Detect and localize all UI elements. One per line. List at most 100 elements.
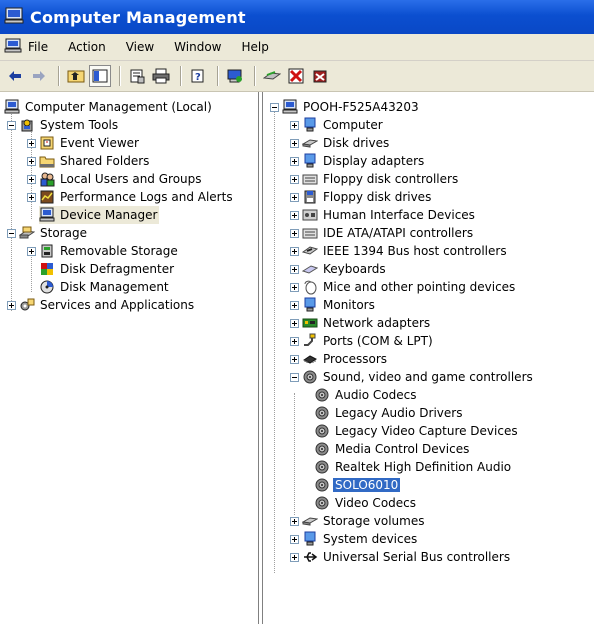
ieee-icon [301,243,319,259]
expand-button[interactable] [27,156,36,166]
tree-connector [274,111,275,573]
tree-node-computer[interactable]: Computer [290,116,385,134]
tree-node-audio-codecs[interactable]: Audio Codecs [314,386,419,404]
speaker-icon [314,423,330,439]
show-hide-tree-icon[interactable] [89,65,111,87]
expand-button[interactable] [290,210,299,220]
expand-button[interactable] [290,174,299,184]
expand-button[interactable] [27,174,36,184]
tree-node-system-tools[interactable]: System Tools [7,116,120,134]
expand-button[interactable] [290,282,299,292]
expand-button[interactable] [290,300,299,310]
tree-node-legacy-video-capture[interactable]: Legacy Video Capture Devices [314,422,520,440]
tree-node-disk-defragmenter[interactable]: Disk Defragmenter [39,260,176,278]
tree-node-ports[interactable]: Ports (COM & LPT) [290,332,435,350]
controller-icon [302,171,318,187]
tree-node-label: Legacy Video Capture Devices [335,424,518,438]
forward-arrow-icon[interactable] [28,65,50,87]
tree-node-computer-management[interactable]: Computer Management (Local) [4,98,214,116]
tree-node-sound-video-game[interactable]: Sound, video and game controllers [290,368,535,386]
expand-button[interactable] [290,192,299,202]
expand-button[interactable] [290,228,299,238]
back-arrow-icon[interactable] [4,65,26,87]
expand-button[interactable] [290,120,299,130]
expand-button[interactable] [290,516,299,526]
tree-node-realtek-hd-audio[interactable]: Realtek High Definition Audio [314,458,513,476]
expand-button[interactable] [290,156,299,166]
expand-button[interactable] [290,336,299,346]
print-icon[interactable] [150,65,172,87]
scan-hardware-icon[interactable] [224,65,246,87]
tree-node-usb-controllers[interactable]: Universal Serial Bus controllers [290,548,512,566]
toolbar-separator [119,66,120,86]
tree-node-floppy-disk-drives[interactable]: Floppy disk drives [290,188,433,206]
expand-button[interactable] [290,552,299,562]
expand-button[interactable] [290,264,299,274]
tree-node-mice[interactable]: Mice and other pointing devices [290,278,517,296]
expand-button[interactable] [290,138,299,148]
tree-node-human-interface-devices[interactable]: Human Interface Devices [290,206,477,224]
menu-action[interactable]: Action [68,40,106,54]
disable-device-icon[interactable] [285,65,307,87]
tree-node-shared-folders[interactable]: Shared Folders [27,152,151,170]
tree-node-storage-volumes[interactable]: Storage volumes [290,512,426,530]
tree-node-label: Human Interface Devices [323,208,475,222]
tree-node-floppy-disk-controllers[interactable]: Floppy disk controllers [290,170,460,188]
tree-node-video-codecs[interactable]: Video Codecs [314,494,418,512]
tree-node-label: Realtek High Definition Audio [335,460,512,474]
tree-node-legacy-audio-drivers[interactable]: Legacy Audio Drivers [314,404,464,422]
collapse-button[interactable] [290,372,299,382]
expand-button[interactable] [290,354,299,364]
menu-window[interactable]: Window [174,40,221,54]
tree-node-local-users-and-groups[interactable]: Local Users and Groups [27,170,204,188]
properties-icon[interactable] [126,65,148,87]
expand-button[interactable] [7,300,16,310]
tree-node-root-computer[interactable]: POOH-F525A43203 [270,98,421,116]
expand-button[interactable] [27,192,36,202]
tree-node-processors[interactable]: Processors [290,350,389,368]
tree-node-ide-controllers[interactable]: IDE ATA/ATAPI controllers [290,224,475,242]
help-icon[interactable]: ? [187,65,209,87]
tree-node-system-devices[interactable]: System devices [290,530,419,548]
uninstall-device-icon[interactable] [309,65,331,87]
tree-node-media-control-devices[interactable]: Media Control Devices [314,440,471,458]
tree-node-label: Event Viewer [60,136,139,150]
expand-button[interactable] [290,534,299,544]
tree-node-label: Services and Applications [40,298,195,312]
tree-node-monitors[interactable]: Monitors [290,296,377,314]
speaker-icon [314,441,330,457]
menu-file[interactable]: File [28,40,48,54]
port-icon [302,333,318,349]
collapse-button[interactable] [7,120,16,130]
tree-node-services-and-applications[interactable]: Services and Applications [7,296,196,314]
tree-node-performance-logs-and-alerts[interactable]: Performance Logs and Alerts [27,188,235,206]
system-menu-icon[interactable] [4,38,22,57]
device-tree-pane[interactable]: POOH-F525A43203 Computer Disk drives Dis… [262,92,594,624]
tree-node-ieee-1394[interactable]: IEEE 1394 Bus host controllers [290,242,509,260]
menu-help[interactable]: Help [242,40,269,54]
expand-button[interactable] [27,138,36,148]
tree-node-disk-management[interactable]: Disk Management [39,278,171,296]
tree-node-removable-storage[interactable]: Removable Storage [27,242,180,260]
computer-icon [302,117,318,133]
expand-button[interactable] [27,246,36,256]
tree-node-solo6010[interactable]: SOLO6010 [314,476,401,494]
tree-node-label: Ports (COM & LPT) [323,334,433,348]
expand-button[interactable] [290,246,299,256]
expand-button[interactable] [290,318,299,328]
removable-storage-icon [39,243,55,259]
tree-node-event-viewer[interactable]: Event Viewer [27,134,141,152]
menu-view[interactable]: View [126,40,154,54]
tree-node-storage[interactable]: Storage [7,224,89,242]
console-tree-pane[interactable]: Computer Management (Local) System Tools… [0,92,259,624]
up-folder-icon[interactable] [65,65,87,87]
update-driver-icon[interactable] [261,65,283,87]
collapse-button[interactable] [7,228,16,238]
tree-node-disk-drives[interactable]: Disk drives [290,134,391,152]
collapse-button[interactable] [270,102,279,112]
tree-node-display-adapters[interactable]: Display adapters [290,152,426,170]
tree-node-label: Computer [323,118,383,132]
tree-node-keyboards[interactable]: Keyboards [290,260,388,278]
tree-node-device-manager[interactable]: Device Manager [39,206,160,224]
tree-node-network-adapters[interactable]: Network adapters [290,314,432,332]
